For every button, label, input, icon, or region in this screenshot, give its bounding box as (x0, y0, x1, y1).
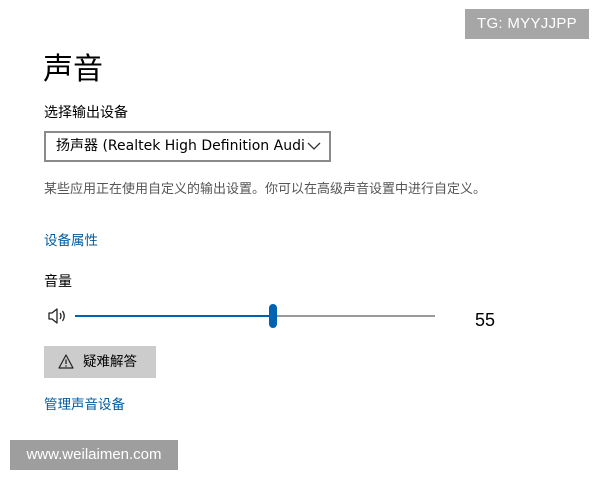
volume-slider[interactable] (75, 304, 435, 328)
output-device-label: 选择输出设备 (44, 105, 128, 121)
page-title: 声音 (43, 52, 103, 87)
troubleshoot-label: 疑难解答 (83, 354, 137, 370)
chevron-down-icon (307, 142, 321, 150)
volume-label: 音量 (44, 274, 72, 290)
volume-slider-thumb[interactable] (269, 304, 277, 328)
speaker-icon[interactable] (47, 307, 67, 325)
device-properties-link[interactable]: 设备属性 (44, 231, 98, 251)
troubleshoot-button[interactable]: 疑难解答 (44, 346, 156, 378)
warning-icon (58, 354, 74, 369)
output-device-value: 扬声器 (Realtek High Definition Audi... (56, 138, 304, 154)
watermark: www.weilaimen.com (10, 440, 178, 470)
output-description: 某些应用正在使用自定义的输出设置。你可以在高级声音设置中进行自定义。 (44, 182, 487, 197)
volume-value: 55 (475, 310, 496, 330)
tg-badge: TG: MYYJJPP (465, 9, 589, 39)
volume-slider-fill (75, 315, 273, 317)
manage-sound-devices-link[interactable]: 管理声音设备 (44, 395, 125, 415)
output-device-select[interactable]: 扬声器 (Realtek High Definition Audi... (44, 131, 331, 162)
